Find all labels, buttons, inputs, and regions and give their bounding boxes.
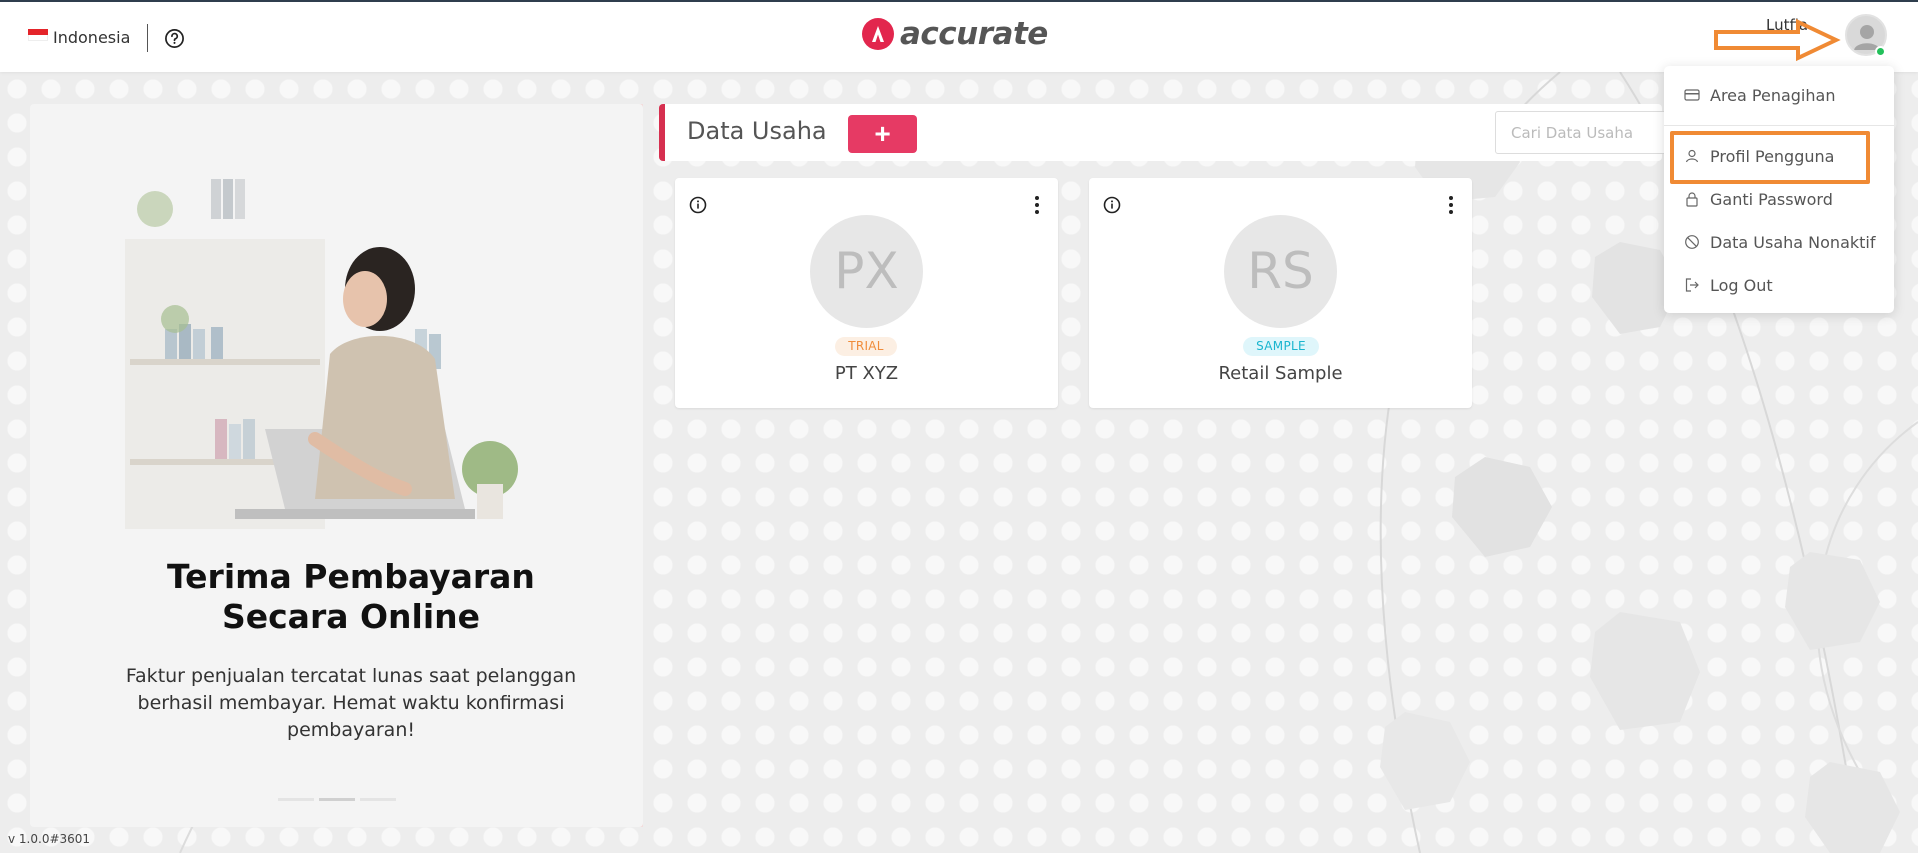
promo-description-line1: Faktur penjualan tercatat lunas saat pel… <box>125 665 577 687</box>
trial-badge: TRIAL <box>835 337 897 356</box>
promo-title-line2: Secara Online <box>221 597 481 636</box>
header-divider <box>147 24 148 52</box>
menu-divider <box>1664 125 1894 126</box>
company-card-pt-xyz[interactable]: PX TRIAL PT XYZ <box>675 178 1058 408</box>
logo-text: accurate <box>900 16 1048 52</box>
menu-item-label: Area Penagihan <box>1710 85 1836 105</box>
logout-icon <box>1685 278 1699 292</box>
annotation-arrow <box>1714 18 1841 62</box>
menu-item-label: Data Usaha Nonaktif <box>1710 232 1876 252</box>
info-icon[interactable] <box>1103 196 1121 214</box>
search-data-usaha-input[interactable] <box>1495 111 1675 154</box>
add-data-usaha-button[interactable]: + <box>848 115 917 153</box>
company-name: PT XYZ <box>834 363 899 384</box>
language-selector[interactable]: Indonesia <box>28 28 130 47</box>
more-options-icon[interactable] <box>1034 195 1040 215</box>
company-initials-avatar: RS <box>1224 215 1337 328</box>
company-initials-avatar: PX <box>810 215 923 328</box>
info-icon[interactable] <box>689 196 707 214</box>
carousel-indicators <box>278 798 396 801</box>
menu-item-label: Ganti Password <box>1710 189 1833 209</box>
help-icon[interactable] <box>164 28 185 49</box>
menu-item-ganti-password[interactable]: Ganti Password <box>1664 184 1894 214</box>
promo-description-line2: berhasil membayar. Hemat waktu konfirmas… <box>137 692 565 714</box>
promo-carousel: Terima Pembayaran Secara Online Faktur p… <box>30 104 643 827</box>
indonesia-flag-icon <box>28 28 48 41</box>
annotation-highlight-box <box>1670 131 1870 184</box>
menu-item-label: Log Out <box>1710 275 1773 295</box>
user-menu-dropdown: Area Penagihan Profil Pengguna Ganti Pas… <box>1664 66 1894 313</box>
data-usaha-title: Data Usaha <box>687 117 827 145</box>
promo-title: Terima Pembayaran Secara Online <box>90 557 612 637</box>
accurate-logo-icon <box>862 18 894 50</box>
promo-title-line1: Terima Pembayaran <box>167 557 535 596</box>
menu-item-data-usaha-nonaktif[interactable]: Data Usaha Nonaktif <box>1664 227 1894 257</box>
company-name: Retail Sample <box>1218 363 1343 384</box>
lock-icon <box>1686 192 1698 207</box>
promo-illustration <box>115 179 550 539</box>
promo-description-line3: pembayaran! <box>287 719 415 741</box>
menu-item-area-penagihan[interactable]: Area Penagihan <box>1664 80 1894 110</box>
menu-item-log-out[interactable]: Log Out <box>1664 270 1894 300</box>
ban-icon <box>1685 235 1699 249</box>
version-label: v 1.0.0#3601 <box>8 832 91 846</box>
accurate-logo[interactable]: accurate <box>862 16 1048 52</box>
language-label: Indonesia <box>53 28 131 47</box>
online-status-dot <box>1875 46 1886 57</box>
carousel-dot[interactable] <box>360 798 396 801</box>
carousel-dot[interactable] <box>278 798 314 801</box>
credit-card-icon <box>1684 89 1700 101</box>
more-options-icon[interactable] <box>1448 195 1454 215</box>
carousel-dot-active[interactable] <box>319 798 355 801</box>
sample-badge: SAMPLE <box>1243 337 1319 356</box>
promo-description: Faktur penjualan tercatat lunas saat pel… <box>90 663 612 744</box>
top-bar: Indonesia accurate Lutfia <box>0 0 1918 72</box>
company-card-retail-sample[interactable]: RS SAMPLE Retail Sample <box>1089 178 1472 408</box>
